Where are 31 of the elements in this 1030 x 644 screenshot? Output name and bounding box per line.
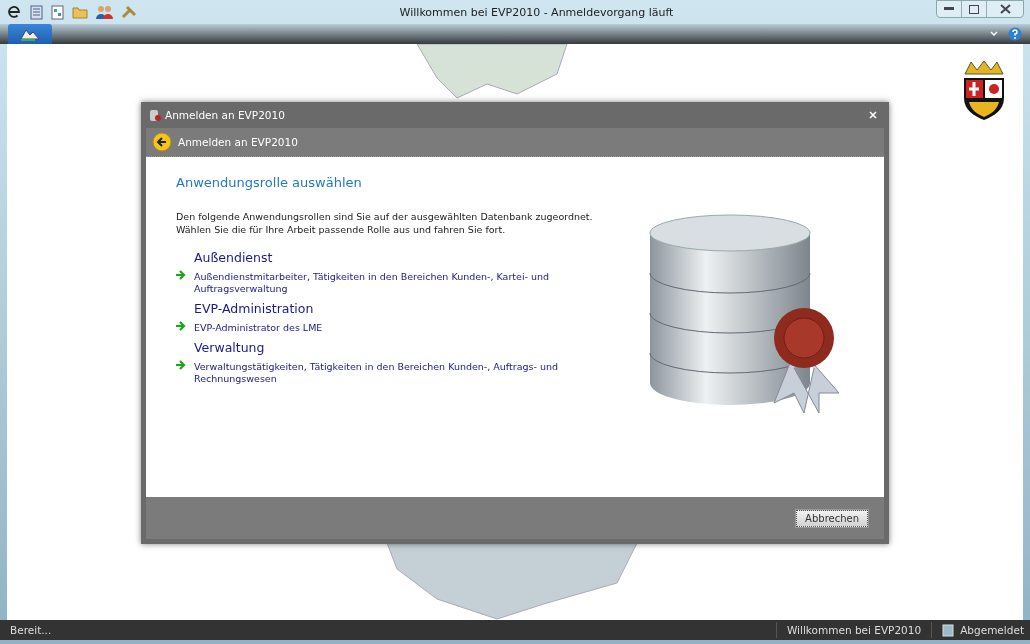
- cancel-button[interactable]: Abbrechen: [796, 509, 868, 527]
- app-menu-tab[interactable]: [8, 24, 52, 44]
- maximize-icon: [969, 4, 979, 14]
- close-icon: [869, 111, 877, 119]
- form-icon[interactable]: [51, 4, 64, 20]
- intro-text: Den folgende Anwendungsrollen sind Sie auf der ausgewählten Datenbank zugeordnet. Wählen Sie die für Ihre Arbeit passende Rolle aus und fahren Sie fort.: [176, 210, 594, 236]
- role-description: Verwaltungstätigkeiten, Tätigkeiten in den Bereichen Kunden-, Auftrags- und Rechnungswesen: [194, 361, 559, 385]
- role-description: EVP-Administrator des LME: [194, 322, 323, 334]
- welcome-status[interactable]: Willkommen bei EVP2010: [786, 624, 922, 636]
- login-status: Abgemeldet: [960, 624, 1024, 636]
- role-link[interactable]: Verwaltung: [194, 340, 604, 355]
- status-text: Bereit...: [10, 624, 53, 636]
- mountain-icon: [19, 27, 41, 41]
- minimize-icon: [944, 7, 954, 11]
- dialog-header: Anmelden an EVP2010: [178, 136, 298, 148]
- app-logo-icon[interactable]: [6, 4, 22, 20]
- section-heading: Anwendungsrolle auswählen: [176, 175, 363, 190]
- back-button[interactable]: [152, 132, 172, 152]
- users-icon[interactable]: [96, 5, 113, 19]
- close-icon: [999, 4, 1011, 14]
- arrow-right-icon: [176, 360, 186, 370]
- chevron-down-icon[interactable]: [990, 31, 998, 37]
- role-link[interactable]: EVP-Administration: [194, 301, 323, 316]
- dialog-title: Anmelden an EVP2010: [165, 109, 286, 121]
- role-link[interactable]: Außendienst: [194, 250, 604, 265]
- arrow-right-icon: [176, 270, 186, 280]
- arrow-right-icon: [176, 321, 186, 331]
- help-icon[interactable]: [1008, 27, 1022, 41]
- coat-of-arms-icon: [961, 60, 1007, 120]
- window-title: Willkommen bei EVP2010 - Anmeldevorgang läuft: [398, 5, 675, 19]
- role-description: Außendienstmitarbeiter, Tätigkeiten in den Bereichen Kunden-, Kartei- und Auftragsverwaltung: [194, 271, 551, 295]
